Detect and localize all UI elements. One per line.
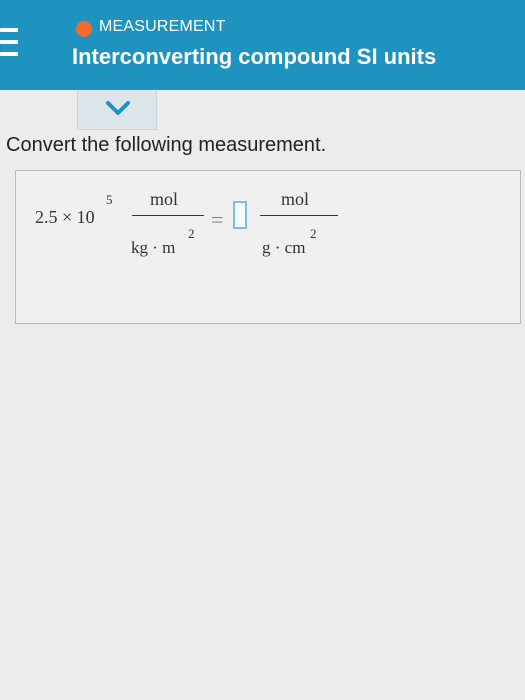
right-numerator: mol <box>281 189 310 209</box>
left-denominator: kg · m <box>131 238 176 257</box>
topic-label: MEASUREMENT <box>99 18 226 35</box>
question-prompt: Convert the following measurement. <box>6 134 327 156</box>
topic-header: MEASUREMENT Interconverting compound SI … <box>0 0 525 90</box>
answer-area: 2.5 × 10 5 mol kg · m 2 = mol g · cm 2 <box>15 170 521 324</box>
right-denominator: g · cm <box>262 238 306 257</box>
menu-icon[interactable] <box>0 28 18 62</box>
equals-sign: = <box>211 207 224 232</box>
answer-input[interactable] <box>233 201 247 229</box>
right-denominator-exponent: 2 <box>310 226 317 241</box>
chevron-down-icon <box>106 101 130 115</box>
coefficient: 2.5 × 10 <box>35 207 95 227</box>
left-fraction-bar <box>132 215 204 216</box>
coefficient-exponent: 5 <box>106 192 113 207</box>
right-fraction-bar <box>260 215 338 216</box>
left-denominator-exponent: 2 <box>188 226 195 241</box>
status-dot-icon <box>76 21 92 37</box>
left-numerator: mol <box>150 189 179 209</box>
collapse-toggle-button[interactable] <box>77 90 157 130</box>
page-title: Interconverting compound SI units <box>72 44 437 69</box>
